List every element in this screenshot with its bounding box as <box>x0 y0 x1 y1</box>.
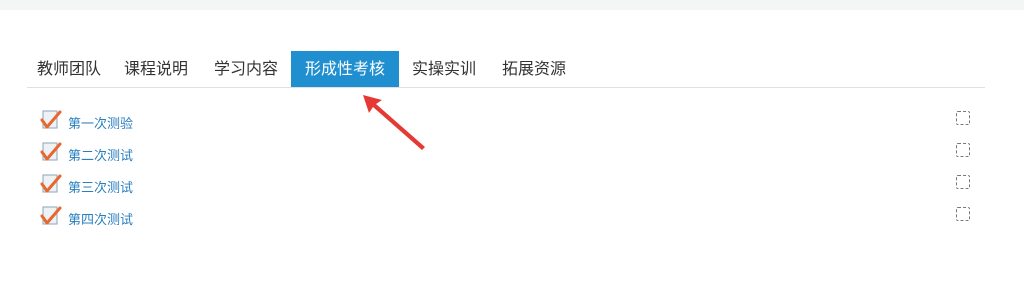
activity-link[interactable]: 第一次测验 <box>68 113 133 132</box>
tab-practical-training[interactable]: 实操实训 <box>399 51 489 87</box>
top-strip <box>0 0 1024 10</box>
list-item: 第三次测试 <box>40 172 980 204</box>
red-arrow-icon <box>363 95 425 150</box>
quiz-check-icon <box>40 142 62 161</box>
completion-checkbox[interactable] <box>956 111 970 125</box>
course-tabs: 教师团队 课程说明 学习内容 形成性考核 实操实训 拓展资源 <box>27 51 985 88</box>
list-item: 第二次测试 <box>40 140 980 172</box>
quiz-check-icon <box>40 174 62 193</box>
completion-checkbox[interactable] <box>956 143 970 157</box>
list-item: 第一次测验 <box>40 108 980 140</box>
completion-checkbox[interactable] <box>956 175 970 189</box>
activity-link[interactable]: 第四次测试 <box>68 209 133 228</box>
activity-link[interactable]: 第三次测试 <box>68 177 133 196</box>
quiz-check-icon <box>40 206 62 225</box>
activity-link[interactable]: 第二次测试 <box>68 145 133 164</box>
completion-checkbox[interactable] <box>956 207 970 221</box>
tab-course-description[interactable]: 课程说明 <box>111 51 201 87</box>
tab-learning-content[interactable]: 学习内容 <box>201 51 291 87</box>
tab-formative-assessment[interactable]: 形成性考核 <box>291 51 399 87</box>
list-item: 第四次测试 <box>40 204 980 236</box>
tab-teacher-team[interactable]: 教师团队 <box>27 51 111 87</box>
tab-extended-resources[interactable]: 拓展资源 <box>489 51 579 87</box>
quiz-check-icon <box>40 110 62 129</box>
activity-list: 第一次测验 第二次测试 第三次测试 第四次测试 <box>40 108 980 236</box>
